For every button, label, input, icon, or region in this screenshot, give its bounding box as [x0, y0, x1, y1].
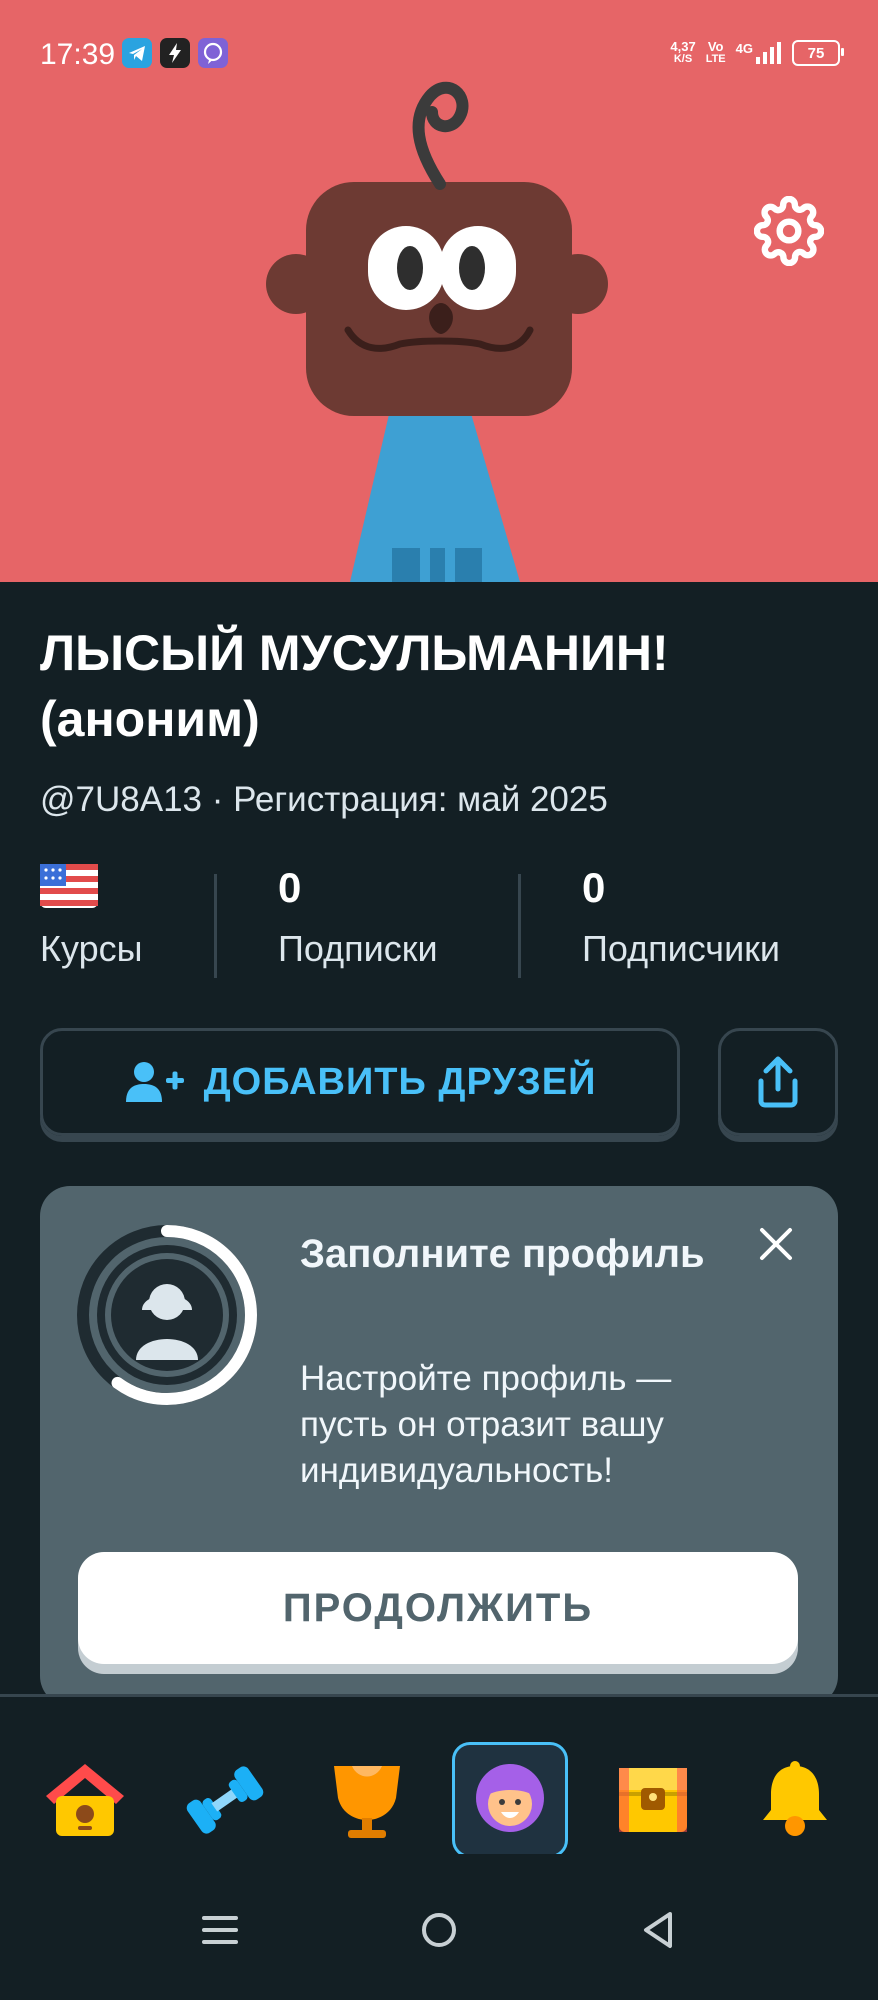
back-button[interactable]	[628, 1900, 688, 1960]
us-flag-icon	[40, 864, 98, 908]
stat-courses-label: Курсы	[40, 928, 143, 969]
stat-following[interactable]: 0 Подписки	[278, 864, 538, 984]
share-icon	[758, 1056, 798, 1108]
menu-icon	[202, 1916, 238, 1944]
volte-label-top: Vo	[707, 39, 724, 54]
network-speed-unit: K/S	[673, 53, 693, 65]
nav-shop[interactable]	[598, 1745, 708, 1855]
profile-progress-ring	[77, 1225, 257, 1405]
battery-level: 75	[807, 44, 825, 62]
stat-courses[interactable]: Курсы	[40, 864, 220, 984]
system-navigation-bar	[0, 1854, 878, 2000]
status-time: 17:39	[40, 38, 116, 71]
recent-apps-button[interactable]	[190, 1900, 250, 1960]
close-icon[interactable]	[756, 1224, 796, 1264]
nav-profile[interactable]	[452, 1742, 568, 1858]
shop-icon	[619, 1768, 687, 1832]
nav-leaderboard[interactable]	[312, 1745, 422, 1855]
notifications-icon	[763, 1761, 827, 1836]
circle-home-icon	[422, 1913, 456, 1947]
continue-button[interactable]: ПРОДОЛЖИТЬ	[78, 1552, 798, 1664]
stat-followers-label: Подписчики	[582, 928, 781, 969]
back-triangle-icon	[644, 1912, 672, 1948]
home-icon	[46, 1764, 124, 1836]
home-system-button[interactable]	[409, 1900, 469, 1960]
complete-profile-title: Заполните профиль	[300, 1232, 705, 1276]
stat-following-label: Подписки	[278, 928, 438, 969]
profile-username-registration: @7U8A13 · Регистрация: май 2025	[40, 780, 608, 819]
stat-followers-value: 0	[582, 864, 606, 911]
stat-following-value: 0	[278, 864, 302, 911]
stat-followers[interactable]: 0 Подписчики	[582, 864, 842, 984]
network-type: 4G	[735, 41, 753, 56]
flash-app-icon	[160, 38, 190, 68]
signal-icon	[756, 42, 781, 64]
stat-divider	[214, 874, 217, 978]
practice-icon	[186, 1766, 264, 1834]
bottom-navigation	[0, 1694, 878, 1858]
add-user-icon	[125, 1062, 184, 1102]
telegram-icon	[122, 38, 152, 68]
profile-display-name: ЛЫСЫЙ МУСУЛЬМАНИН! (аноним)	[40, 625, 669, 747]
battery-icon: 75	[792, 40, 844, 66]
nav-practice[interactable]	[170, 1745, 280, 1855]
complete-profile-text: Настройте профиль — пусть он отразит ваш…	[300, 1359, 672, 1490]
continue-label: ПРОДОЛЖИТЬ	[282, 1585, 594, 1630]
network-speed-value: 4,37	[670, 39, 696, 54]
share-button[interactable]	[718, 1028, 838, 1136]
settings-gear-icon[interactable]	[754, 196, 824, 266]
add-friends-button[interactable]: ДОБАВИТЬ ДРУЗЕЙ	[40, 1028, 680, 1136]
nav-home[interactable]	[30, 1745, 140, 1855]
profile-stats: Курсы 0 Подписки 0 Подписчики	[40, 864, 840, 984]
viber-icon	[198, 38, 228, 68]
profile-icon	[476, 1764, 544, 1832]
volte-label-bottom: LTE	[705, 53, 726, 65]
complete-profile-card: Заполните профиль Настройте профиль — пу…	[40, 1186, 838, 1706]
add-friends-label: ДОБАВИТЬ ДРУЗЕЙ	[203, 1060, 597, 1103]
nav-notifications[interactable]	[740, 1745, 850, 1855]
status-bar: 17:39 4,37 K/S Vo LTE 4G 75	[0, 0, 878, 110]
status-indicators: 4,37 K/S Vo LTE 4G 75	[670, 36, 844, 70]
stat-divider	[518, 874, 521, 978]
leaderboard-icon	[334, 1766, 400, 1838]
